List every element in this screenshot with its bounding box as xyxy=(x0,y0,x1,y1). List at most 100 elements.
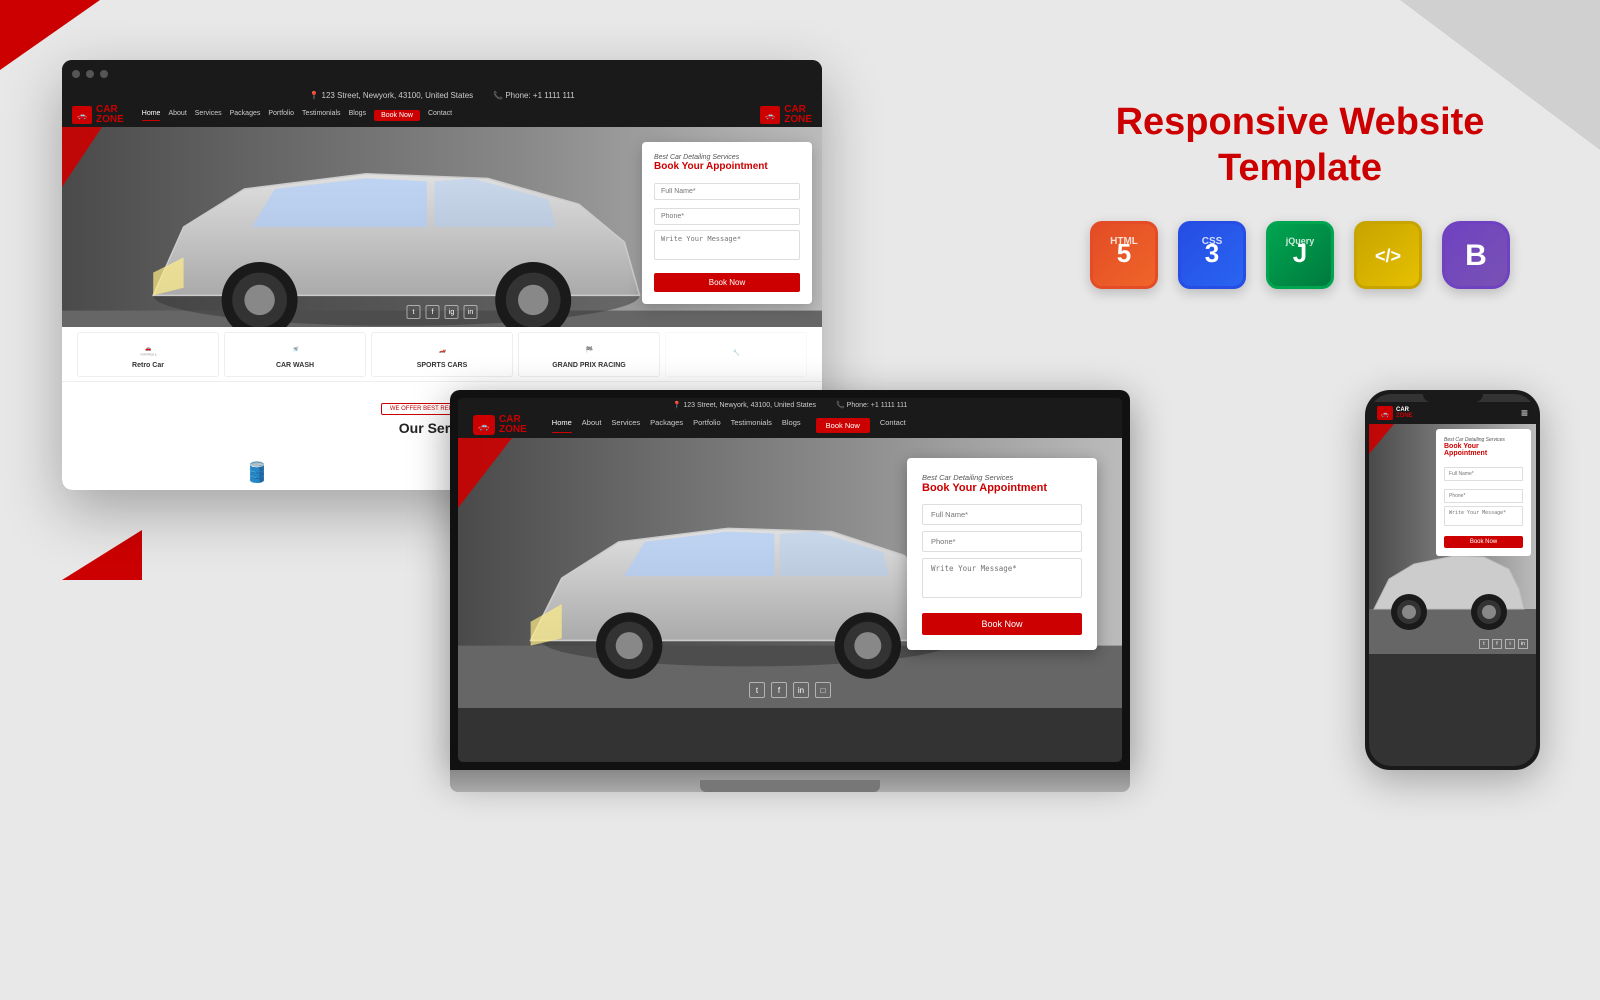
brand-extra-icon: 🔧 xyxy=(724,343,749,363)
nav-testimonials[interactable]: Testimonials xyxy=(302,110,341,121)
laptop-notch xyxy=(700,780,880,792)
phone-social-facebook[interactable]: f xyxy=(1492,639,1502,649)
phone-phone-input[interactable] xyxy=(1444,489,1523,503)
laptop-mockup: 📍 123 Street, Newyork, 43100, United Sta… xyxy=(450,390,1130,820)
phone-social-twitter[interactable]: t xyxy=(1479,639,1489,649)
laptop-topbar: 📍 123 Street, Newyork, 43100, United Sta… xyxy=(458,398,1122,412)
laptop-book-button[interactable]: Book Now xyxy=(922,613,1082,635)
phone-hamburger[interactable]: ≡ xyxy=(1521,406,1528,420)
laptop-hero-socials: t f in □ xyxy=(749,682,831,698)
hero-book-button[interactable]: Book Now xyxy=(654,273,800,292)
laptop-social-facebook[interactable]: f xyxy=(771,682,787,698)
nav-logo-right: 🚗 CAR ZONE xyxy=(760,105,812,125)
phone-hero: Best Car Detailing Services Book Your Ap… xyxy=(1369,424,1536,654)
retro-car-icon: 🚗 FOR PRICE & xyxy=(136,340,161,360)
laptop-fullname-input[interactable] xyxy=(922,504,1082,525)
browser-dot-2 xyxy=(86,70,94,78)
logo-icon: 🚗 xyxy=(72,106,92,124)
svg-text:</>: </> xyxy=(1375,246,1401,266)
phone-screen: 🚗 CAR ZONE ≡ xyxy=(1369,394,1536,766)
lnav-testimonials[interactable]: Testimonials xyxy=(731,418,772,433)
tech-css3-icon: 3 CSS xyxy=(1178,221,1246,289)
laptop-logo: 🚗 CARZONE xyxy=(473,415,527,435)
laptop-message-input[interactable] xyxy=(922,558,1082,598)
brand-sports-cars: 🏎️ SPORTS CARS xyxy=(371,332,513,377)
logo-text: CAR ZONE xyxy=(96,105,124,125)
service-oil: 🛢️ Oil Changes Curabitur at arcu sed ex … xyxy=(77,446,437,490)
phone-book-button[interactable]: Book Now xyxy=(1444,536,1523,548)
laptop-hero-subtitle: Best Car Detailing Services xyxy=(922,473,1082,482)
nav-contact[interactable]: Contact xyxy=(428,110,452,121)
nav-packages[interactable]: Packages xyxy=(230,110,261,121)
lnav-portfolio[interactable]: Portfolio xyxy=(693,418,721,433)
right-info-panel: Responsive WebsiteTemplate 5 HTML 3 CSS … xyxy=(1070,100,1530,289)
service-oil-icon-wrap: 🛢️ xyxy=(240,454,275,489)
laptop-topbar-phone: 📞 Phone: +1 1111 111 xyxy=(836,401,907,409)
nav-services[interactable]: Services xyxy=(195,110,222,121)
phone-logo: 🚗 CAR ZONE xyxy=(1377,406,1413,420)
svg-text:🚗: 🚗 xyxy=(145,346,151,352)
nav-about[interactable]: About xyxy=(168,110,186,121)
lnav-packages[interactable]: Packages xyxy=(650,418,683,433)
laptop-nav: 🚗 CARZONE Home About Services Packages P… xyxy=(458,412,1122,438)
svg-text:🏁: 🏁 xyxy=(585,345,593,353)
lnav-contact[interactable]: Contact xyxy=(880,418,906,433)
oil-icon: 🛢️ xyxy=(242,457,272,487)
phone-logo-text: CAR ZONE xyxy=(1396,407,1413,419)
brand-retro-car: 🚗 FOR PRICE & Retro Car xyxy=(77,332,219,377)
social-instagram[interactable]: ig xyxy=(445,305,459,319)
responsive-title: Responsive WebsiteTemplate xyxy=(1070,100,1530,191)
site-hero: Best Car Detailing Services Book Your Ap… xyxy=(62,127,822,327)
phone-notch xyxy=(1423,394,1483,402)
nav-home[interactable]: Home xyxy=(142,110,161,121)
social-twitter[interactable]: t xyxy=(407,305,421,319)
social-facebook[interactable]: f xyxy=(426,305,440,319)
phone-social-instagram[interactable]: i xyxy=(1505,639,1515,649)
topbar-address: 📍 123 Street, Newyork, 43100, United Sta… xyxy=(309,91,473,100)
laptop-hero: Best Car Detailing Services Book Your Ap… xyxy=(458,438,1122,708)
lnav-home[interactable]: Home xyxy=(552,418,572,433)
phone-nav: 🚗 CAR ZONE ≡ xyxy=(1369,402,1536,424)
lnav-about[interactable]: About xyxy=(582,418,602,433)
nav-blogs[interactable]: Blogs xyxy=(349,110,367,121)
laptop-logo-text: CARZONE xyxy=(499,415,527,435)
laptop-social-linkedin[interactable]: in xyxy=(793,682,809,698)
phone-hero-form: Best Car Detailing Services Book Your Ap… xyxy=(1436,429,1531,556)
laptop-hero-form: Best Car Detailing Services Book Your Ap… xyxy=(907,458,1097,650)
tech-angular-icon: </> xyxy=(1354,221,1422,289)
site-logo: 🚗 CAR ZONE xyxy=(72,105,124,125)
phone-message-input[interactable] xyxy=(1444,506,1523,526)
car-wash-icon: 🚿 xyxy=(283,340,308,360)
lnav-blogs[interactable]: Blogs xyxy=(782,418,801,433)
hero-message-input[interactable] xyxy=(654,230,800,260)
angular-svg: </> xyxy=(1368,230,1408,280)
browser-bar xyxy=(62,60,822,88)
phone-fullname-input[interactable] xyxy=(1444,467,1523,481)
brand-grand-prix: 🏁 GRAND PRIX RACING xyxy=(518,332,660,377)
hero-socials: t f ig in xyxy=(407,305,478,319)
lnav-services[interactable]: Services xyxy=(611,418,640,433)
logo-right-icon: 🚗 xyxy=(760,106,780,124)
laptop-social-square[interactable]: □ xyxy=(815,682,831,698)
brand-grandprix-label: GRAND PRIX RACING xyxy=(552,362,626,369)
svg-text:🚗: 🚗 xyxy=(478,421,489,431)
svg-text:🔧: 🔧 xyxy=(732,349,739,357)
social-linkedin[interactable]: in xyxy=(464,305,478,319)
tech-html5-icon: 5 HTML xyxy=(1090,221,1158,289)
phone-social-linkedin[interactable]: in xyxy=(1518,639,1528,649)
laptop-social-twitter[interactable]: t xyxy=(749,682,765,698)
hero-phone-input[interactable] xyxy=(654,208,800,225)
nav-portfolio[interactable]: Portfolio xyxy=(268,110,294,121)
laptop-logo-icon: 🚗 xyxy=(473,415,495,435)
tech-bootstrap-icon: B xyxy=(1442,221,1510,289)
svg-text:🚗: 🚗 xyxy=(77,111,87,120)
hero-fullname-input[interactable] xyxy=(654,183,800,200)
browser-dot-1 xyxy=(72,70,80,78)
brand-retro-label: Retro Car xyxy=(132,362,164,369)
svg-text:jQuery: jQuery xyxy=(1285,236,1315,246)
nav-book-btn[interactable]: Book Now xyxy=(374,110,420,121)
laptop-base xyxy=(450,770,1130,792)
lnav-book-btn[interactable]: Book Now xyxy=(816,418,870,433)
laptop-phone-input[interactable] xyxy=(922,531,1082,552)
brands-section: 🚗 FOR PRICE & Retro Car 🚿 CAR WASH 🏎️ SP… xyxy=(62,327,822,382)
